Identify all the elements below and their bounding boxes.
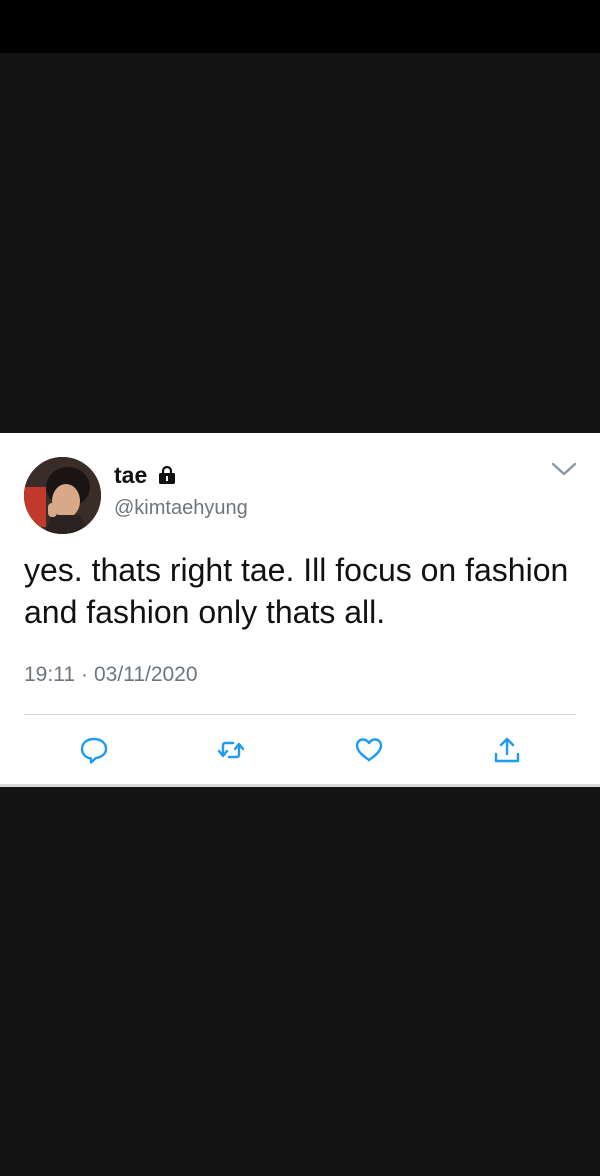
tweet-time[interactable]: 19:11	[24, 663, 75, 686]
card-bottom-edge	[0, 784, 600, 787]
chevron-down-icon[interactable]	[550, 459, 578, 479]
like-button[interactable]	[354, 735, 384, 765]
divider	[24, 714, 576, 715]
lock-icon	[157, 465, 177, 485]
handle[interactable]: @kimtaehyung	[114, 496, 248, 520]
heart-icon	[355, 738, 383, 762]
display-name[interactable]: tae	[114, 461, 147, 489]
tweet-card[interactable]: tae @kimtaehyung yes. thats right tae. I…	[0, 433, 600, 784]
avatar[interactable]	[24, 457, 101, 534]
tweet-text: yes. thats right tae. Ill focus on fashi…	[24, 552, 569, 630]
display-name-row: tae	[114, 461, 177, 489]
tweet-meta: 19:11 · 03/11/2020	[24, 662, 198, 688]
retweet-icon	[217, 741, 245, 759]
meta-separator: ·	[81, 663, 88, 686]
status-bar	[0, 0, 600, 53]
share-button[interactable]	[492, 735, 522, 765]
reply-icon	[80, 737, 108, 764]
avatar-image	[24, 457, 101, 534]
share-icon	[494, 737, 520, 763]
tweet-date[interactable]: 03/11/2020	[94, 663, 198, 686]
retweet-button[interactable]	[216, 735, 246, 765]
reply-button[interactable]	[79, 735, 109, 765]
